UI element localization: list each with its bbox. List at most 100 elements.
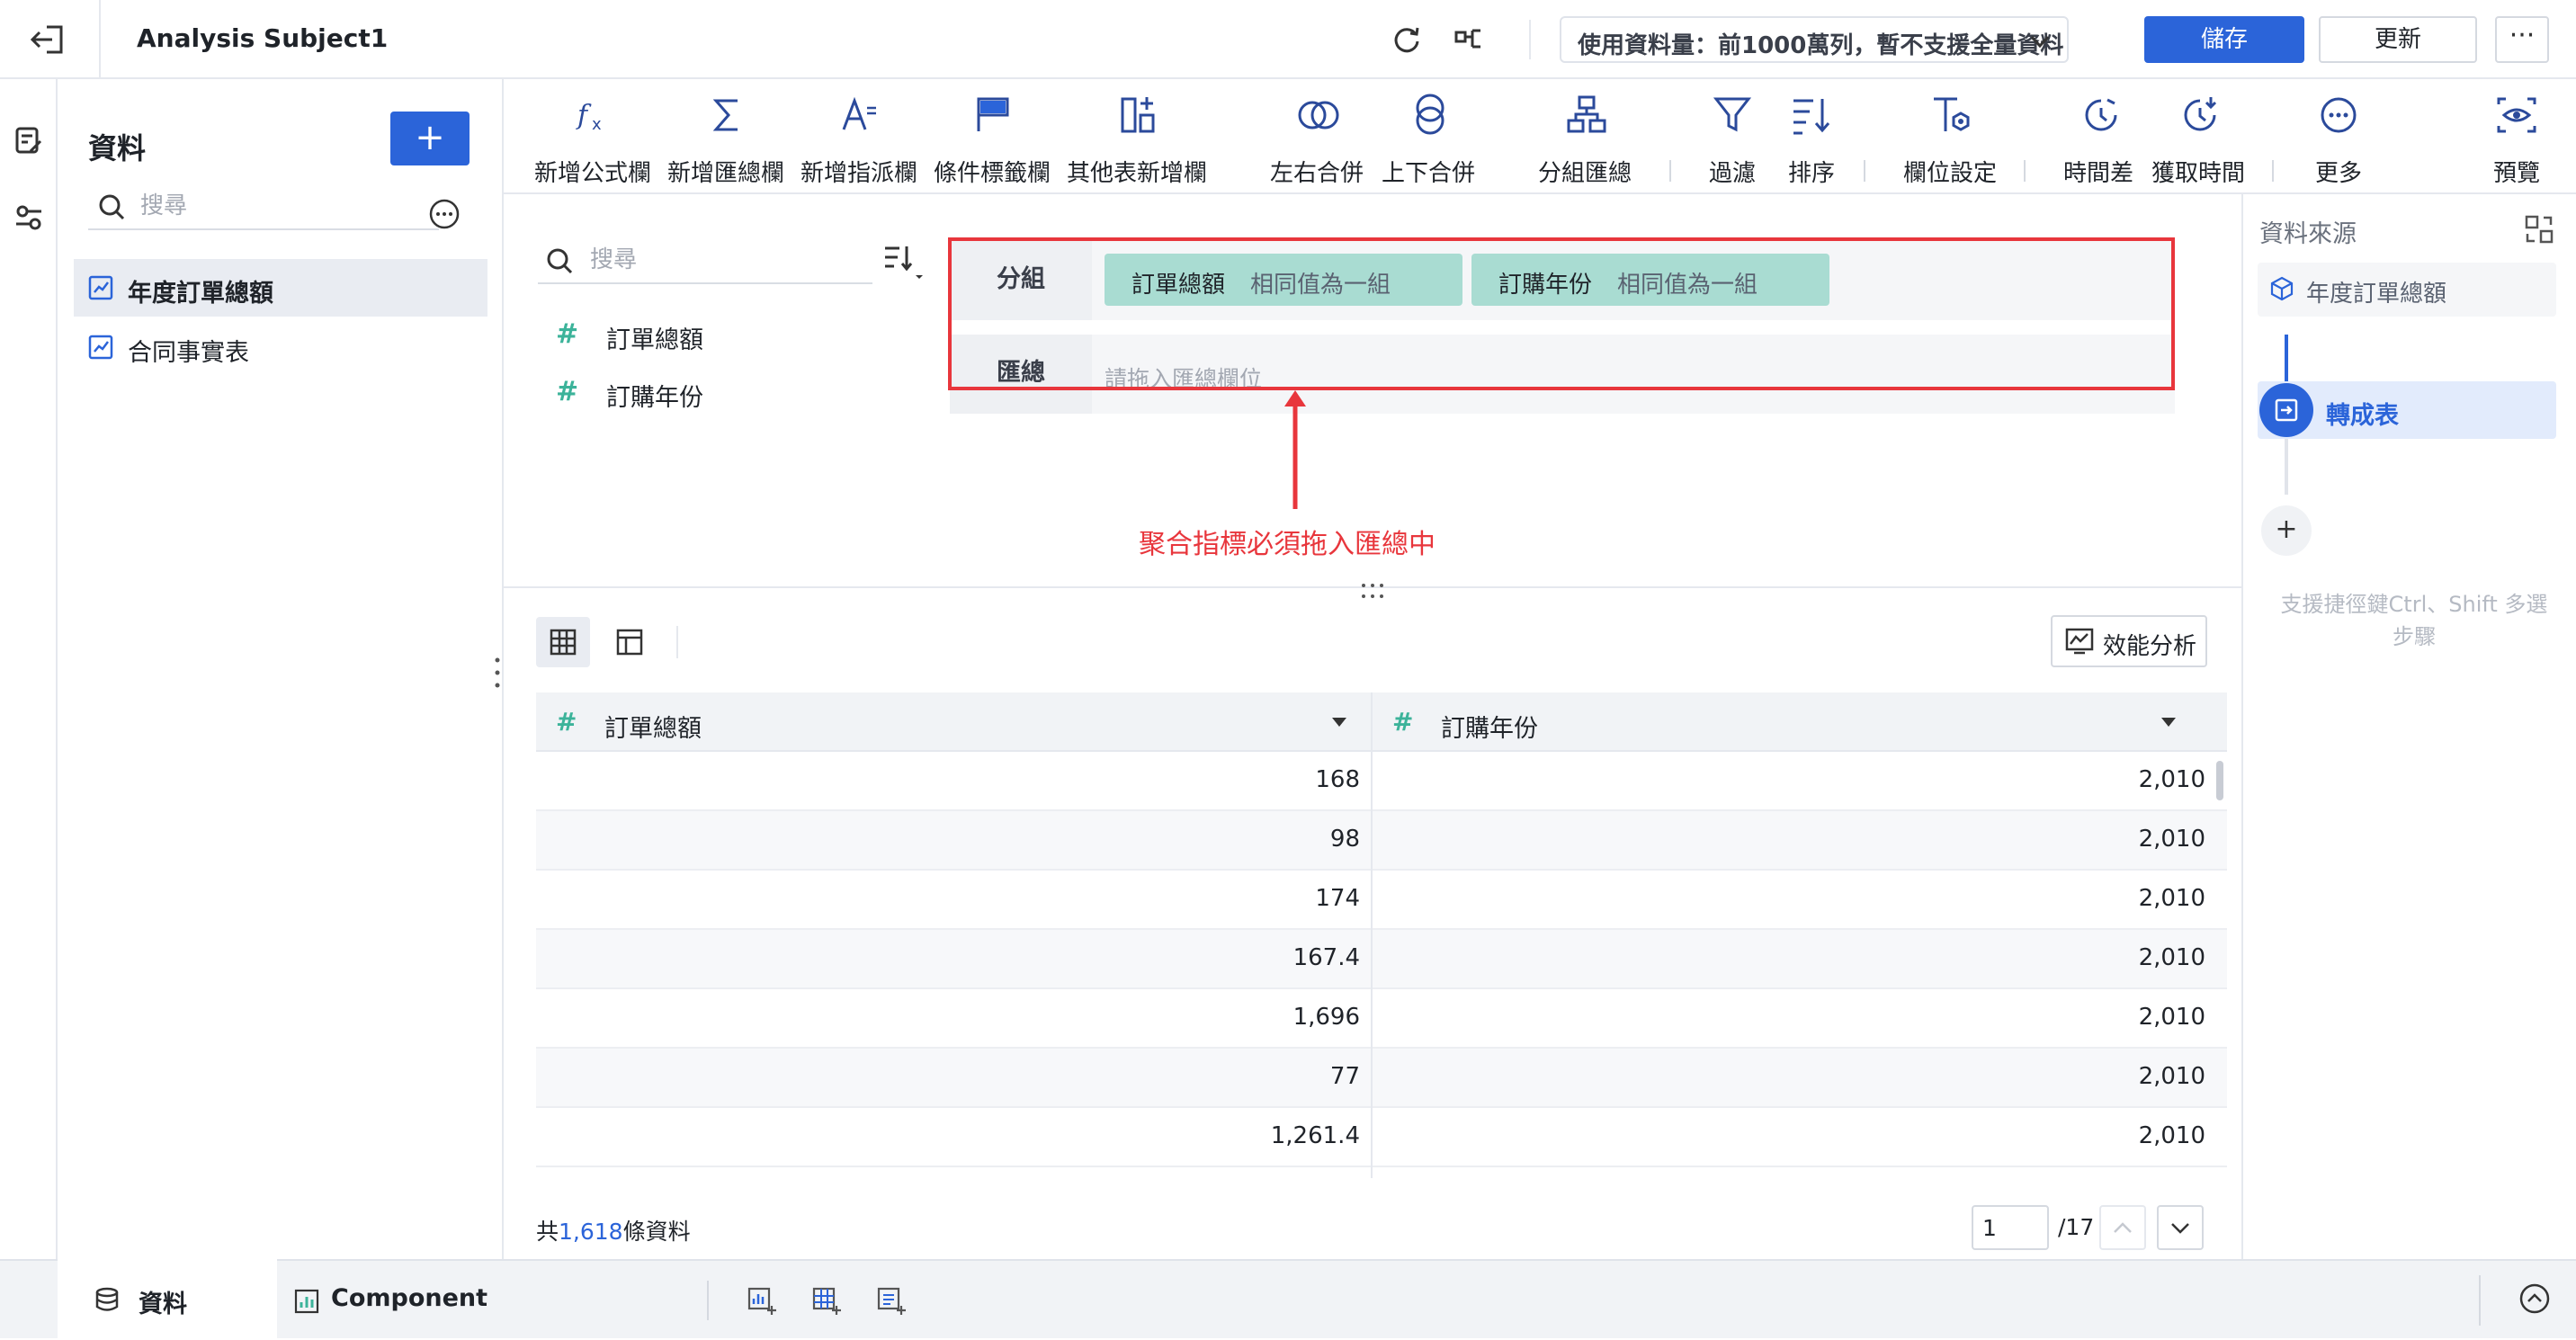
app-window: Analysis Subject1 使用資料量：前1000萬列，暫不支援全量資料… [0, 0, 2576, 1340]
pipeline-step[interactable]: 轉成表 [2258, 381, 2556, 439]
highlight-box [948, 237, 2175, 390]
panel-resize-handle[interactable] [493, 655, 502, 691]
table-cell: 98 [1329, 826, 1360, 853]
pipeline-panel: 資料來源 年度訂單總額 轉成表 + 支援捷徑鍵Ctrl、Shift 多選步驟 [2241, 194, 2576, 1259]
next-page-button[interactable] [2157, 1205, 2204, 1250]
table-row: 77 2,010 [536, 1049, 2227, 1108]
add-assign-column-tool[interactable]: 新增指派欄 [801, 79, 919, 194]
shortcut-hint: 支援捷徑鍵Ctrl、Shift 多選步驟 [2280, 592, 2548, 649]
icon-rail [0, 79, 58, 1259]
page-number-input[interactable] [1972, 1205, 2049, 1250]
add-step-button[interactable]: + [2261, 505, 2312, 556]
sigma-icon [712, 99, 738, 131]
column-header-label: 訂單總額 [604, 715, 702, 743]
annotation-text: 聚合指標必須拖入匯總中 [1139, 529, 1436, 560]
data-search-input[interactable] [139, 189, 430, 223]
field-settings-icon [1934, 97, 1970, 131]
grid-view-button[interactable] [536, 617, 590, 667]
field-settings-tool[interactable]: 欄位設定 [1903, 79, 2002, 194]
add-formula-column-tool[interactable]: f x 新增公式欄 [534, 79, 653, 194]
data-list-item-label: 年度訂單總額 [128, 280, 273, 308]
field-search-input[interactable] [588, 243, 862, 277]
table-cell: 1,696 [1292, 1004, 1360, 1031]
column-divider [1371, 692, 1373, 1178]
other-table-add-column-tool[interactable]: 其他表新增欄 [1067, 79, 1211, 194]
tool-label: 排序 [1788, 160, 1836, 187]
more-circle-icon[interactable] [428, 198, 461, 230]
splitter-handle[interactable] [1358, 581, 1387, 601]
collapse-up-icon[interactable] [2518, 1282, 2551, 1315]
filter-tool[interactable]: 過濾 [1705, 79, 1759, 194]
save-button[interactable]: 儲存 [2144, 16, 2304, 63]
data-volume-select[interactable]: 使用資料量：前1000萬列，暫不支援全量資料 [1560, 16, 2069, 63]
table-cell: 2,010 [2138, 1122, 2205, 1149]
tool-label: 條件標籤欄 [934, 160, 1051, 187]
field-item[interactable]: # 訂購年份 [556, 372, 844, 412]
caret-down-icon[interactable] [2160, 716, 2177, 728]
add-data-button[interactable]: + [390, 112, 470, 165]
svg-text:f: f [576, 100, 592, 131]
data-list-item[interactable]: 合同事實表 [74, 318, 487, 376]
page-total: /17 [2058, 1214, 2095, 1240]
field-sort-icon[interactable] [881, 241, 928, 286]
tool-label: 過濾 [1709, 160, 1757, 187]
more-options-button[interactable]: ··· [2495, 16, 2549, 63]
add-table-icon[interactable] [811, 1286, 842, 1317]
settings-sliders-icon[interactable] [13, 201, 45, 234]
left-right-merge-tool[interactable]: 左右合併 [1270, 79, 1369, 194]
layout-icon [616, 629, 643, 656]
time-diff-tool[interactable]: 時間差 [2063, 79, 2139, 194]
swap-source-icon[interactable] [2524, 214, 2554, 245]
data-list-item[interactable]: 年度訂單總額 [74, 259, 487, 317]
number-type-icon: # [556, 707, 577, 737]
add-component-icon[interactable] [747, 1286, 777, 1317]
caret-down-icon[interactable] [1331, 716, 1347, 728]
field-item[interactable]: # 訂單總額 [556, 315, 844, 354]
pipeline-title: 資料來源 [2259, 220, 2357, 248]
data-edit-icon[interactable] [13, 124, 45, 156]
divider [1529, 20, 1531, 59]
get-time-tool[interactable]: 獲取時間 [2151, 79, 2250, 194]
table-cell: 2,010 [2138, 1063, 2205, 1090]
field-label: 訂單總額 [606, 326, 703, 354]
more-tools[interactable]: 更多 [2312, 79, 2366, 194]
cube-icon [2270, 276, 2294, 301]
update-button[interactable]: 更新 [2319, 16, 2477, 63]
tool-label: 其他表新增欄 [1067, 160, 1208, 187]
tab-component[interactable]: Component [288, 1261, 558, 1340]
number-type-icon: # [556, 318, 579, 350]
exit-icon[interactable] [27, 22, 67, 58]
column-header-label: 訂購年份 [1441, 715, 1538, 743]
divider [99, 0, 101, 79]
table-cell: 2,010 [2138, 944, 2205, 971]
table-cell: 2,010 [2138, 885, 2205, 912]
table-cell: 77 [1329, 1063, 1360, 1090]
sort-tool[interactable]: 排序 [1784, 79, 1838, 194]
data-panel-title: 資料 [88, 131, 147, 165]
column-header[interactable]: # 訂單總額 [536, 692, 1371, 752]
preview-tool[interactable]: 預覽 [2490, 79, 2544, 194]
group-summary-tool[interactable]: 分組匯總 [1538, 79, 1637, 194]
performance-analysis-button[interactable]: 效能分析 [2051, 615, 2207, 667]
table-scrollbar[interactable] [2216, 761, 2223, 800]
row-count: 共1,618條資料 [536, 1214, 691, 1246]
flag-icon [977, 97, 1009, 131]
step-badge [2259, 383, 2313, 437]
condition-tag-column-tool[interactable]: 條件標籤欄 [934, 79, 1052, 194]
convert-table-icon [2275, 398, 2298, 422]
layout-view-button[interactable] [603, 617, 657, 667]
add-summary-column-tool[interactable]: 新增匯總欄 [667, 79, 786, 194]
refresh-icon[interactable] [1391, 23, 1423, 56]
top-bottom-merge-tool[interactable]: 上下合併 [1382, 79, 1480, 194]
lineage-icon[interactable] [1453, 23, 1486, 56]
table-cell: 167.4 [1292, 944, 1360, 971]
row-count-suffix: 條資料 [622, 1219, 691, 1245]
pipeline-source[interactable]: 年度訂單總額 [2258, 263, 2556, 317]
column-header[interactable]: # 訂購年份 [1373, 692, 2227, 752]
previous-page-button[interactable] [2099, 1205, 2146, 1250]
page-title: Analysis Subject1 [137, 23, 389, 53]
add-dashboard-icon[interactable] [876, 1286, 907, 1317]
table-row: 1,261.4 2,010 [536, 1108, 2227, 1167]
tab-data[interactable]: 資料 [58, 1259, 277, 1340]
data-table: # 訂單總額 # 訂購年份 168 2,010 98 2,010 174 2,0… [536, 692, 2227, 1178]
